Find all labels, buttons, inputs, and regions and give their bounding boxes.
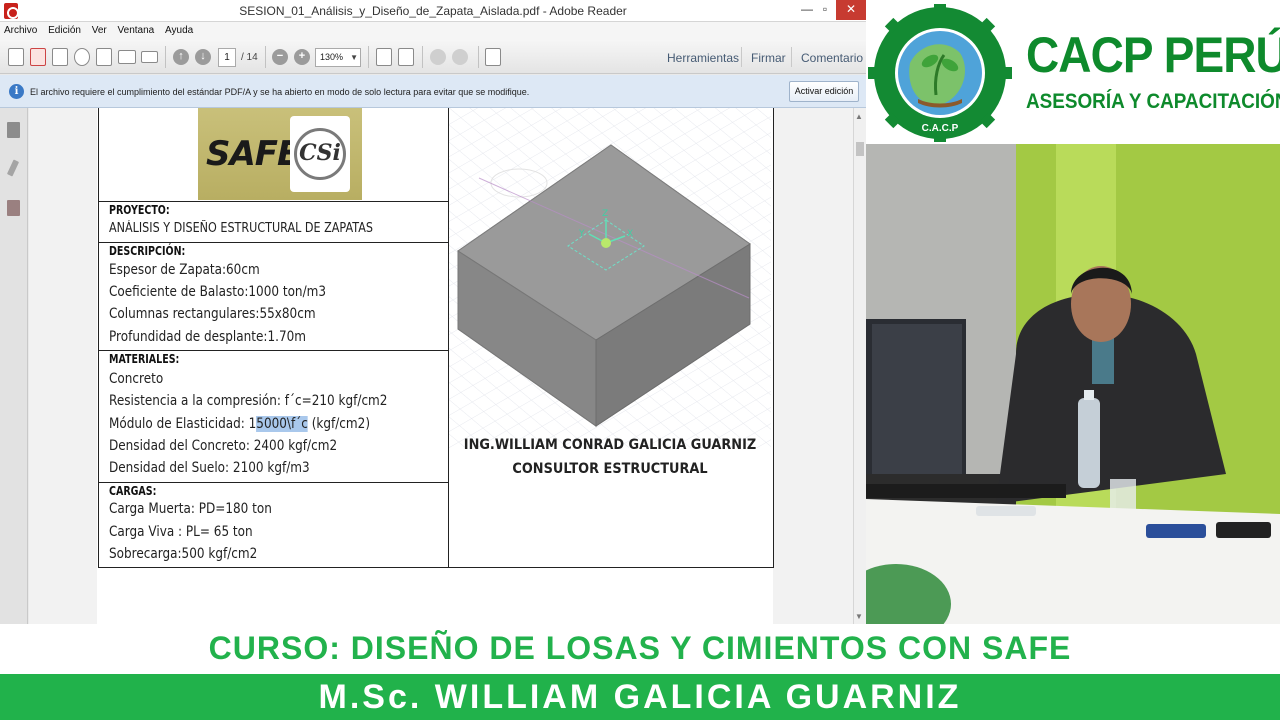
materials-heading: MATERIALES:	[109, 352, 180, 366]
upload-icon[interactable]	[74, 48, 90, 66]
phone	[976, 506, 1036, 516]
print-icon[interactable]	[118, 50, 136, 64]
materials-line: Densidad del Suelo: 2100 kgf/m3	[109, 460, 310, 476]
title-bar: SESION_01_Análisis_y_Diseño_de_Zapata_Ai…	[0, 0, 866, 22]
pdf-page: SAFE CSi PROYECTO: ANÁLISIS Y DISEÑO EST…	[97, 108, 774, 624]
zoom-value: 130%	[320, 52, 344, 62]
keyboard	[866, 484, 1066, 498]
pdf-reader-window: SESION_01_Análisis_y_Diseño_de_Zapata_Ai…	[0, 0, 866, 624]
comment-button[interactable]: Comentario	[801, 51, 863, 65]
zoom-out-icon[interactable]: −	[272, 49, 288, 65]
brand-subtitle: ASESORÍA Y CAPACITACIÓN	[1026, 90, 1280, 113]
pdf-icon[interactable]	[30, 48, 46, 66]
description-heading: DESCRIPCIÓN:	[109, 244, 186, 258]
elasticity-line: Módulo de Elasticidad: 15000\f´c (kgf/cm…	[109, 416, 371, 432]
enable-editing-button[interactable]: Activar edición	[789, 81, 859, 102]
menu-edicion[interactable]: Edición	[44, 22, 85, 36]
create-pdf-icon[interactable]	[8, 48, 24, 66]
instructor-video	[866, 144, 1280, 624]
navigation-pane	[0, 108, 28, 624]
cacp-seal-logo: C.A.C.P	[868, 4, 1012, 142]
footing-3d-render: Z Y X	[449, 108, 771, 448]
materials-line: Densidad del Concreto: 2400 kgf/cm2	[109, 438, 338, 454]
attachment-icon[interactable]	[6, 159, 20, 177]
close-button[interactable]: ✕	[836, 0, 866, 20]
project-value: ANÁLISIS Y DISEÑO ESTRUCTURAL DE ZAPATAS	[109, 221, 373, 236]
axis-z-label: Z	[602, 209, 608, 219]
tools-button[interactable]: Herramientas	[667, 51, 739, 65]
engineer-name: ING.WILLIAM CONRAD GALICIA GUARNIZ	[463, 437, 757, 453]
engineer-block: ING.WILLIAM CONRAD GALICIA GUARNIZ CONSU…	[462, 433, 758, 481]
sign-button[interactable]: Firmar	[751, 51, 786, 65]
menu-bar: Archivo Edición Ver Ventana Ayuda	[0, 22, 866, 40]
signatures-icon[interactable]	[7, 200, 20, 216]
fullscreen-icon[interactable]	[485, 48, 501, 66]
chevron-down-icon: ▼	[350, 53, 358, 62]
menu-archivo[interactable]: Archivo	[0, 22, 41, 36]
axis-y-label: Y	[578, 229, 585, 239]
safe-csi-logo: SAFE CSi	[198, 108, 362, 200]
course-banner: CURSO: DISEÑO DE LOSAS Y CIMIENTOS CON S…	[0, 624, 1280, 674]
fit-page-icon[interactable]	[376, 48, 392, 66]
pdfa-info-bar: i El archivo requiere el cumplimiento de…	[0, 75, 866, 108]
scroll-up-icon[interactable]: ▲	[855, 112, 863, 121]
materials-line: Concreto	[109, 371, 164, 387]
menu-ayuda[interactable]: Ayuda	[161, 22, 197, 36]
save-icon[interactable]	[96, 48, 112, 66]
video-frame	[866, 144, 1280, 624]
menu-ver[interactable]: Ver	[88, 22, 111, 36]
seal-acronym: C.A.C.P	[922, 123, 959, 134]
previous-page-icon[interactable]: ↑	[173, 49, 189, 65]
brand-header: C.A.C.P CACP PERÚ ASESORÍA Y CAPACITACIÓ…	[866, 0, 1280, 144]
info-icon: i	[9, 84, 24, 99]
email-icon[interactable]	[141, 51, 158, 63]
fit-width-icon[interactable]	[398, 48, 414, 66]
loads-heading: CARGAS:	[109, 484, 157, 498]
maximize-button[interactable]: ▫	[812, 0, 838, 20]
water-bottle	[1078, 398, 1100, 488]
page-total: / 14	[241, 52, 258, 63]
csi-badge: CSi	[294, 128, 346, 180]
edit-icon[interactable]	[52, 48, 68, 66]
materials-line: Resistencia a la compresión: f´c=210 kgf…	[109, 393, 388, 409]
project-heading: PROYECTO:	[109, 203, 170, 217]
loads-line: Sobrecarga:500 kgf/cm2	[109, 546, 258, 562]
description-line: Coeficiente de Balasto:1000 ton/m3	[109, 284, 327, 300]
pdfa-message: El archivo requiere el cumplimiento del …	[30, 87, 530, 97]
description-line: Columnas rectangulares:55x80cm	[109, 306, 316, 322]
document-area[interactable]: SAFE CSi PROYECTO: ANÁLISIS Y DISEÑO EST…	[29, 108, 853, 624]
scrollbar-thumb[interactable]	[856, 142, 864, 156]
zoom-in-icon[interactable]: +	[294, 49, 310, 65]
comment-bubble-icon	[430, 49, 446, 65]
column-point	[601, 238, 611, 248]
scroll-down-icon[interactable]: ▼	[855, 612, 863, 621]
course-title: CURSO: DISEÑO DE LOSAS Y CIMIENTOS CON S…	[208, 630, 1072, 666]
pages-icon[interactable]	[7, 122, 20, 138]
highlight-icon	[452, 49, 468, 65]
next-page-icon[interactable]: ↓	[195, 49, 211, 65]
menu-ventana[interactable]: Ventana	[114, 22, 159, 36]
window-title: SESION_01_Análisis_y_Diseño_de_Zapata_Ai…	[239, 4, 627, 18]
loads-line: Carga Muerta: PD=180 ton	[109, 501, 272, 517]
marker	[1146, 524, 1206, 538]
vertical-scrollbar[interactable]: ▲ ▼	[853, 108, 866, 624]
instructor-name: M.Sc. WILLIAM GALICIA GUARNIZ	[318, 678, 962, 716]
axis-x-label: X	[627, 229, 633, 239]
toolbar: ↑ ↓ 1 / 14 − + 130% ▼ Herramientas Firma…	[0, 40, 866, 74]
loads-line: Carga Viva : PL= 65 ton	[109, 524, 253, 540]
remote	[1216, 522, 1271, 538]
engineer-role: CONSULTOR ESTRUCTURAL	[512, 461, 708, 477]
screen: SESION_01_Análisis_y_Diseño_de_Zapata_Ai…	[0, 0, 1280, 720]
instructor-banner: M.Sc. WILLIAM GALICIA GUARNIZ	[0, 674, 1280, 720]
brand-name: CACP PERÚ	[1026, 27, 1280, 83]
selected-text[interactable]: 5000\f´c	[256, 416, 308, 432]
description-line: Profundidad de desplante:1.70m	[109, 329, 307, 345]
zoom-select[interactable]: 130% ▼	[315, 48, 361, 67]
safe-logo-text: SAFE	[206, 134, 300, 174]
description-line: Espesor de Zapata:60cm	[109, 262, 260, 278]
page-number-input[interactable]: 1	[218, 48, 236, 67]
